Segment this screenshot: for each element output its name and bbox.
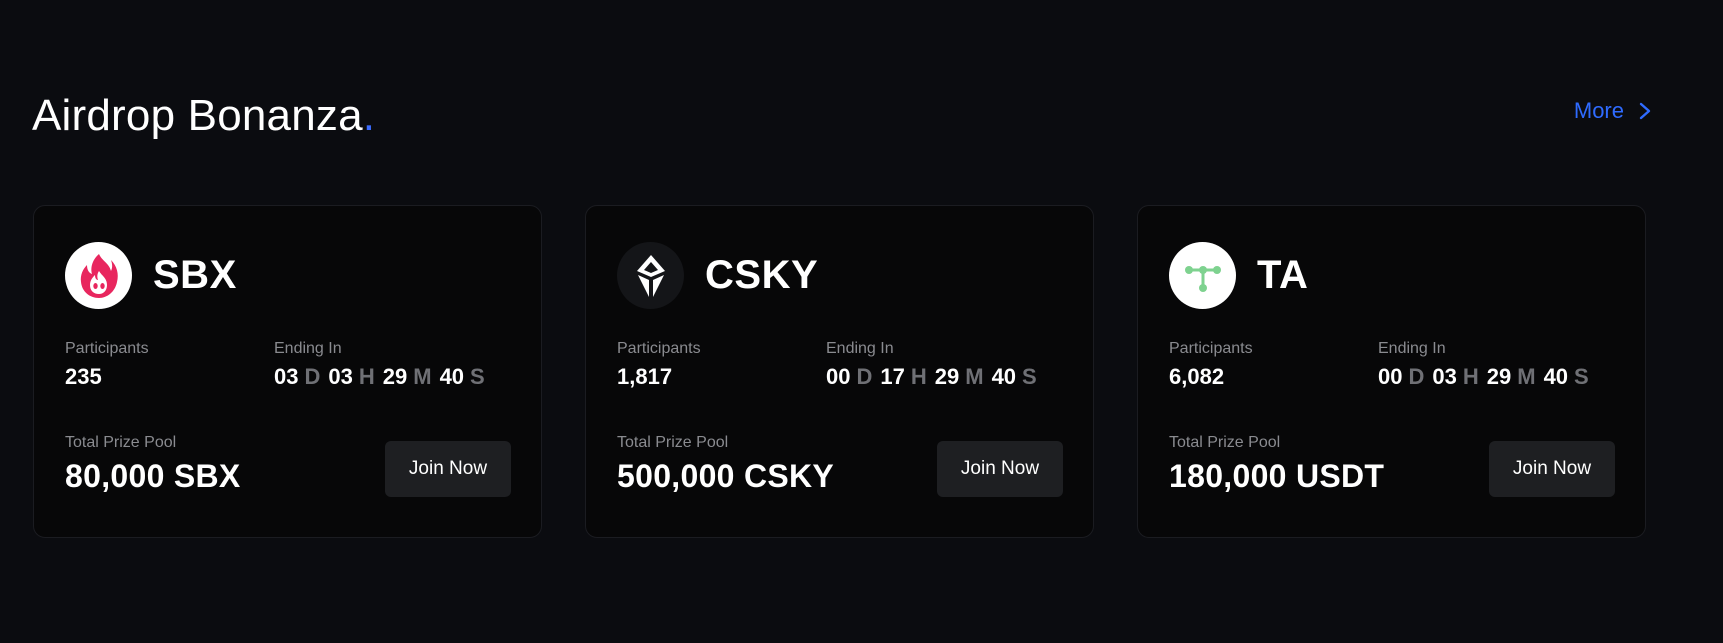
- participants-count: 1,817: [617, 364, 673, 389]
- more-link[interactable]: More: [1574, 98, 1652, 124]
- join-now-button[interactable]: Join Now: [937, 441, 1063, 497]
- days-unit: D: [1408, 364, 1425, 389]
- countdown-days: 03: [274, 364, 299, 389]
- section-title: Airdrop Bonanza.: [32, 88, 375, 144]
- countdown-days: 00: [826, 364, 851, 389]
- chevron-right-icon: [1639, 102, 1651, 120]
- days-unit: D: [304, 364, 321, 389]
- card-header: SBX: [65, 242, 237, 309]
- countdown-hours: 03: [328, 364, 353, 389]
- participants-count: 6,082: [1169, 364, 1225, 389]
- countdown-seconds: 40: [991, 364, 1017, 389]
- ending-in-label: Ending In: [1378, 340, 1446, 357]
- countdown-hours: 03: [1432, 364, 1457, 389]
- countdown-minutes: 29: [1486, 364, 1512, 389]
- minutes-unit: M: [413, 364, 432, 389]
- section-header: Airdrop Bonanza. More: [32, 88, 1652, 144]
- more-label: More: [1573, 98, 1624, 123]
- ending-in-label: Ending In: [274, 340, 342, 357]
- hours-unit: H: [910, 364, 927, 389]
- prize-pool-amount: 180,000 USDT: [1169, 458, 1385, 494]
- minutes-unit: M: [1517, 364, 1536, 389]
- token-name: CSKY: [705, 253, 819, 297]
- prize-pool-label: Total Prize Pool: [65, 434, 177, 451]
- flame-icon: [65, 242, 132, 309]
- card-header: TA: [1169, 242, 1308, 309]
- token-name: TA: [1257, 253, 1309, 297]
- seconds-unit: S: [1574, 364, 1589, 389]
- prize-pool-label: Total Prize Pool: [1169, 434, 1281, 451]
- countdown-minutes: 29: [382, 364, 408, 389]
- join-now-button[interactable]: Join Now: [385, 441, 511, 497]
- countdown-timer: 03 D 03 H 29 M 40 S: [274, 364, 487, 390]
- prize-pool-amount: 80,000 SBX: [65, 458, 241, 494]
- join-now-button[interactable]: Join Now: [1489, 441, 1615, 497]
- token-name: SBX: [153, 253, 237, 297]
- airdrop-card-ta[interactable]: TA Participants 6,082 Ending In 00 D 03 H …: [1137, 205, 1646, 538]
- node-network-icon: [1169, 242, 1236, 309]
- prize-pool-amount: 500,000 CSKY: [617, 458, 835, 494]
- countdown-days: 00: [1378, 364, 1403, 389]
- section-title-text: Airdrop Bonanza: [32, 91, 363, 140]
- countdown-timer: 00 D 17 H 29 M 40 S: [826, 364, 1039, 390]
- prize-pool-label: Total Prize Pool: [617, 434, 729, 451]
- title-accent-dot: .: [362, 91, 376, 140]
- hours-unit: H: [1462, 364, 1479, 389]
- hours-unit: H: [358, 364, 375, 389]
- airdrop-card-csky[interactable]: CSKY Participants 1,817 Ending In 00 D 17…: [585, 205, 1094, 538]
- minutes-unit: M: [965, 364, 984, 389]
- participants-label: Participants: [617, 340, 701, 357]
- participants-label: Participants: [1169, 340, 1253, 357]
- countdown-timer: 00 D 03 H 29 M 40 S: [1378, 364, 1591, 390]
- airdrop-card-list: SBX Participants 235 Ending In 03 D 03 H 2…: [33, 205, 1646, 538]
- seconds-unit: S: [470, 364, 485, 389]
- seconds-unit: S: [1022, 364, 1037, 389]
- card-header: CSKY: [617, 242, 818, 309]
- countdown-seconds: 40: [439, 364, 465, 389]
- participants-count: 235: [65, 364, 102, 389]
- participants-label: Participants: [65, 340, 149, 357]
- ending-in-label: Ending In: [826, 340, 894, 357]
- airdrop-section: Airdrop Bonanza. More SBX Participants 2…: [0, 0, 1723, 643]
- countdown-seconds: 40: [1543, 364, 1569, 389]
- countdown-hours: 17: [880, 364, 905, 389]
- airdrop-card-sbx[interactable]: SBX Participants 235 Ending In 03 D 03 H 2…: [33, 205, 542, 538]
- crystal-icon: [617, 242, 684, 309]
- days-unit: D: [856, 364, 873, 389]
- countdown-minutes: 29: [934, 364, 960, 389]
